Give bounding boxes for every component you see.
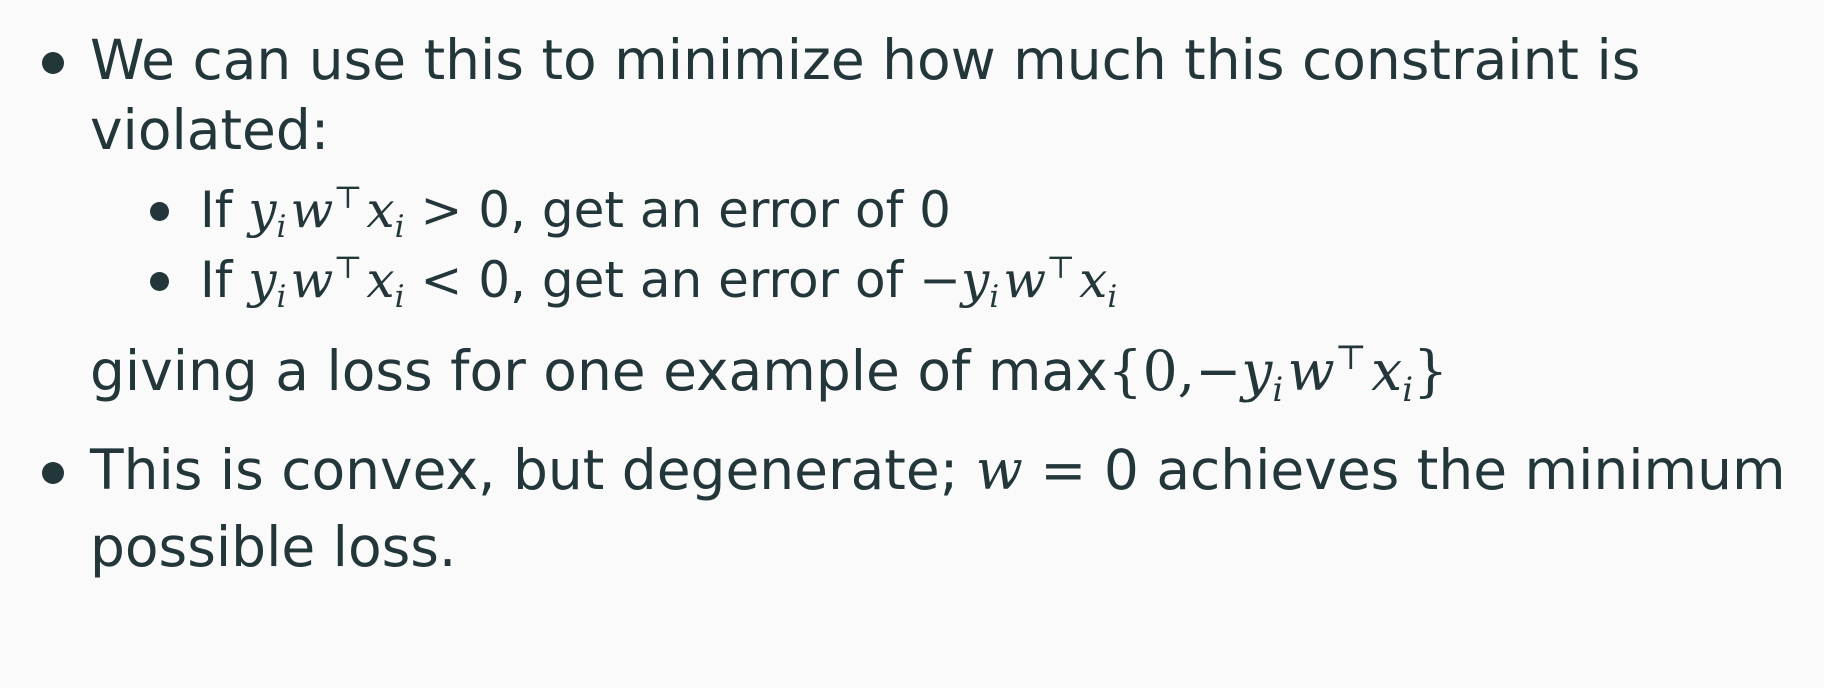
math-open-brace: { bbox=[1107, 339, 1143, 403]
sub-bullet-lead: If bbox=[200, 181, 233, 239]
sub-bullet-item: If yiw⊤xi < 0, get an error of −yiw⊤xi bbox=[200, 252, 1117, 312]
math-w: w bbox=[1287, 339, 1335, 403]
sub-bullet-rest: 0, get an error of bbox=[478, 251, 904, 309]
math-equals: = bbox=[1040, 438, 1087, 502]
math-transpose: ⊤ bbox=[333, 249, 363, 286]
math-x: x bbox=[1371, 339, 1403, 403]
sub-bullet-item: If yiw⊤xi > 0, get an error of 0 bbox=[200, 182, 951, 242]
bullet-text-line-1: We can use this to minimize how much thi… bbox=[90, 28, 1641, 92]
math-w: w bbox=[1003, 251, 1046, 309]
sub-bullet-marker bbox=[150, 202, 169, 221]
math-subscript-i: i bbox=[1107, 278, 1118, 315]
math-w: w bbox=[290, 181, 334, 239]
math-transpose: ⊤ bbox=[333, 179, 363, 216]
math-w: w bbox=[290, 251, 334, 309]
math-close-brace: } bbox=[1413, 339, 1449, 403]
math-subscript-i: i bbox=[394, 278, 405, 315]
bullet-marker bbox=[42, 462, 64, 484]
math-y: y bbox=[248, 251, 277, 309]
math-x: x bbox=[366, 251, 395, 309]
math-subscript-i: i bbox=[394, 208, 405, 245]
math-minus: − bbox=[1195, 339, 1242, 403]
bullet-text-continued: violated: bbox=[90, 103, 329, 158]
bullet-text-line-2: possible loss. bbox=[90, 515, 457, 579]
math-x: x bbox=[366, 181, 395, 239]
math-subscript-i: i bbox=[276, 278, 287, 315]
math-y: y bbox=[248, 181, 277, 239]
sub-bullet-marker bbox=[150, 272, 169, 291]
math-subscript-i: i bbox=[989, 278, 1000, 315]
loss-statement-text: giving a loss for one example of max bbox=[90, 339, 1108, 403]
sub-bullet-lead: If bbox=[200, 251, 233, 309]
math-subscript-i: i bbox=[276, 208, 287, 245]
bullet-marker bbox=[42, 52, 64, 74]
math-operator: > bbox=[420, 181, 463, 239]
loss-statement: giving a loss for one example of max{0,−… bbox=[90, 341, 1448, 407]
bullet-text-continued: possible loss. bbox=[90, 520, 456, 575]
bullet-text: This is convex, but degenerate; w = 0 ac… bbox=[90, 443, 1786, 498]
math-y: y bbox=[961, 251, 990, 309]
math-subscript-i: i bbox=[1272, 369, 1284, 410]
bullet-text: We can use this to minimize how much thi… bbox=[90, 33, 1640, 88]
math-subscript-i: i bbox=[1402, 369, 1414, 410]
math-transpose: ⊤ bbox=[1334, 337, 1367, 378]
bullet-text-line-2: violated: bbox=[90, 98, 330, 162]
math-transpose: ⊤ bbox=[1046, 249, 1076, 286]
math-operator: < bbox=[420, 251, 463, 309]
math-zero: 0, bbox=[1142, 339, 1196, 403]
sub-bullet-rest: 0, get an error of 0 bbox=[478, 181, 951, 239]
slide: We can use this to minimize how much thi… bbox=[0, 0, 1824, 688]
math-minus: − bbox=[919, 251, 962, 309]
bullet-text-lead: This is convex, but degenerate; bbox=[90, 438, 959, 502]
math-x: x bbox=[1079, 251, 1108, 309]
math-w: w bbox=[975, 438, 1023, 502]
math-y: y bbox=[1241, 339, 1273, 403]
bullet-text-rest: 0 achieves the minimum bbox=[1103, 438, 1786, 502]
